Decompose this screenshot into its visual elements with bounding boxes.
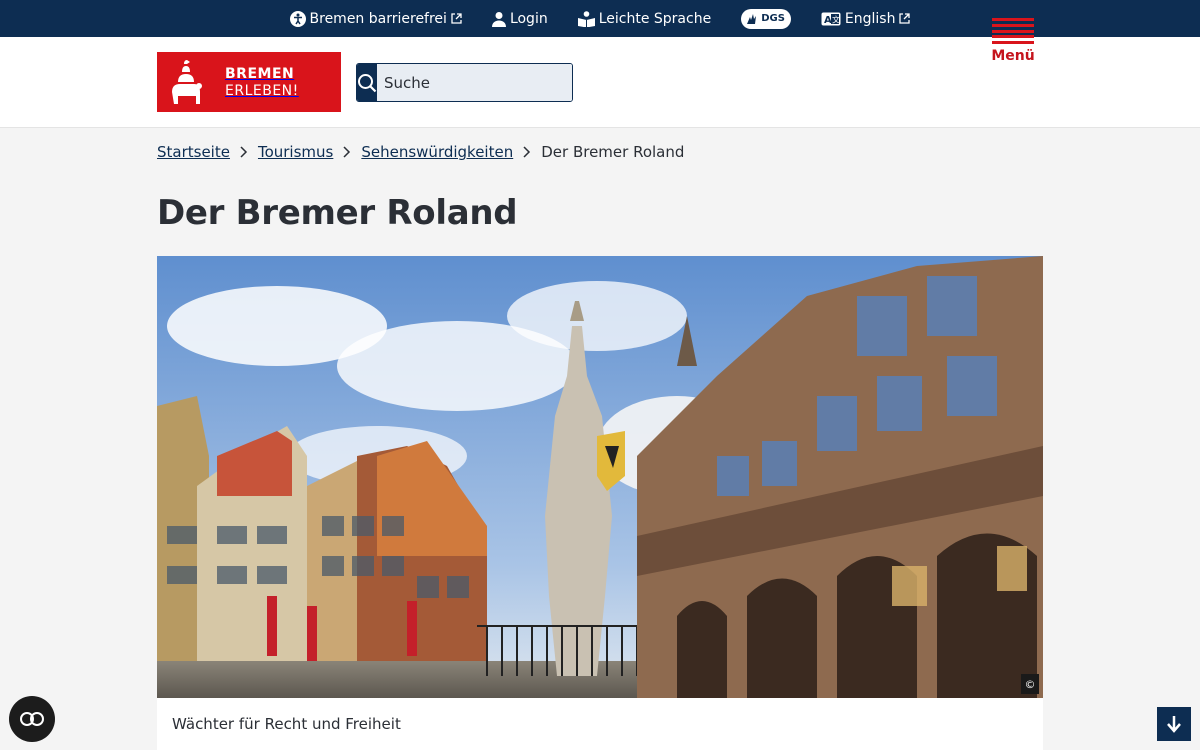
external-link-icon [899,13,911,24]
translate-icon: A文 [821,12,841,26]
easy-language-icon [577,10,595,27]
svg-text:文: 文 [832,14,840,24]
english-label: English [844,10,896,27]
image-caption: Wächter für Recht und Freiheit [157,698,1043,750]
breadcrumb: Startseite Tourismus Sehenswürdigkeiten … [157,143,684,161]
user-icon [491,11,506,27]
barrierefrei-link[interactable]: Bremen barrierefrei [289,10,462,27]
breadcrumb-sehenswuerdigkeiten[interactable]: Sehenswürdigkeiten [361,143,513,161]
page-title: Der Bremer Roland [157,193,518,233]
logo-line1: BREMEN [225,66,295,82]
town-musicians-icon [157,52,215,112]
search-button[interactable] [357,64,377,101]
breadcrumb-tourismus[interactable]: Tourismus [258,143,333,161]
logo-line2: ERLEBEN! [225,83,299,99]
login-label: Login [509,10,548,27]
hero-image: © [157,256,1043,698]
accessibility-widget-button[interactable] [9,696,55,742]
accessibility-icon [289,10,306,27]
eye-icon [20,712,44,726]
breadcrumb-startseite[interactable]: Startseite [157,143,230,161]
logo-wordmark: BREMEN ERLEBEN! [225,65,299,99]
breadcrumb-current: Der Bremer Roland [541,143,685,161]
scroll-down-button[interactable] [1157,707,1191,741]
search-icon [358,73,377,92]
external-link-icon [451,13,462,24]
login-link[interactable]: Login [491,10,548,27]
chevron-right-icon [343,146,351,158]
dgs-link[interactable]: DGS [741,8,791,29]
menu-icon [992,18,1034,44]
arrow-down-icon [1167,716,1181,733]
search-box [356,63,573,102]
svg-text:A: A [824,15,832,26]
leichte-sprache-label: Leichte Sprache [598,10,712,27]
menu-button[interactable]: Menü [988,18,1038,64]
dgs-label: DGS [761,13,785,24]
menu-label: Menü [991,48,1035,64]
search-input[interactable] [377,64,572,101]
copyright-badge[interactable]: © [1021,674,1039,694]
chevron-right-icon [523,146,531,158]
bremen-erleben-logo[interactable]: BREMEN ERLEBEN! [157,52,341,112]
leichte-sprache-link[interactable]: Leichte Sprache [577,10,712,27]
barrierefrei-label: Bremen barrierefrei [309,10,447,27]
chevron-right-icon [240,146,248,158]
sign-language-icon: DGS [741,8,791,29]
english-link[interactable]: A文 English [821,11,911,27]
